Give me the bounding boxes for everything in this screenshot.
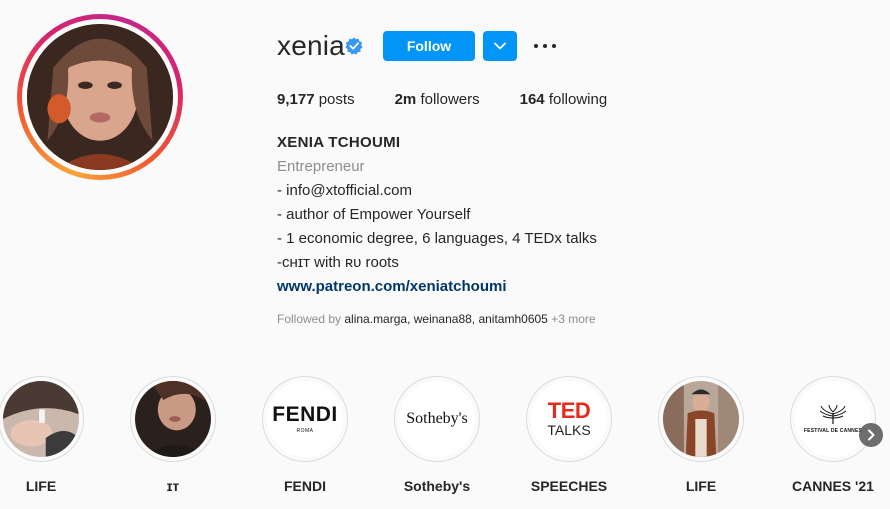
palm-leaf-icon	[819, 404, 847, 424]
more-dot	[543, 44, 547, 48]
highlight-photo	[135, 381, 211, 457]
profile-stats: 9,177 posts 2m followers 164 following	[277, 91, 647, 108]
verified-badge-icon	[345, 37, 363, 55]
story-highlights: LIFE ɪᴛ FENDI ROMA FENDI Sotheby's Sothe…	[0, 376, 890, 496]
highlight-label: Sotheby's	[403, 478, 471, 494]
highlight-item[interactable]: TED TALKS SPEECHES	[526, 376, 612, 494]
highlight-cover: FENDI ROMA	[267, 381, 343, 457]
cannes-logo-text: FESTIVAL DE CANNES	[803, 427, 863, 434]
highlight-cover	[663, 381, 739, 457]
highlight-label: FENDI	[284, 478, 326, 494]
ted-logo-sub: TALKS	[547, 422, 591, 438]
ted-logo: TED	[547, 398, 591, 423]
followed-by-prefix: Followed by	[277, 312, 342, 326]
highlight-cover: TED TALKS	[531, 381, 607, 457]
highlight-label: CANNES '21	[792, 478, 874, 494]
highlight-item[interactable]: LIFE	[0, 376, 84, 494]
following-stat[interactable]: 164 following	[520, 91, 608, 108]
highlight-ring: FESTIVAL DE CANNES	[790, 376, 876, 462]
highlight-cover	[135, 381, 211, 457]
highlight-photo	[663, 381, 739, 457]
highlight-ring	[0, 376, 84, 462]
profile-bio: XENIA TCHOUMI Entrepreneur - info@xtoffi…	[277, 131, 597, 299]
highlight-item[interactable]: Sotheby's Sotheby's	[394, 376, 480, 494]
highlight-ring	[130, 376, 216, 462]
bio-line: - 1 economic degree, 6 languages, 4 TEDx…	[277, 230, 597, 247]
highlight-ring: Sotheby's	[394, 376, 480, 462]
full-name: XENIA TCHOUMI	[277, 134, 401, 151]
posts-label: posts	[318, 91, 355, 108]
highlight-cover	[3, 381, 79, 457]
suggested-accounts-dropdown-button[interactable]	[483, 31, 517, 61]
following-label: following	[548, 91, 608, 108]
highlight-cover: Sotheby's	[399, 381, 475, 457]
highlight-label: ɪᴛ	[166, 478, 180, 494]
bio-link[interactable]: www.patreon.com/xeniatchoumi	[277, 275, 597, 299]
highlight-item[interactable]: ɪᴛ	[130, 376, 216, 494]
avatar	[27, 24, 173, 170]
highlight-item[interactable]: FENDI ROMA FENDI	[262, 376, 348, 494]
highlights-next-button[interactable]	[859, 423, 883, 447]
bio-line: -ᴄʜɪᴛ with ʀᴜ roots	[277, 254, 399, 271]
category: Entrepreneur	[277, 158, 365, 175]
more-dot	[552, 44, 556, 48]
followers-label: followers	[420, 91, 480, 108]
highlight-label: SPEECHES	[530, 478, 608, 494]
posts-count: 9,177	[277, 91, 315, 108]
highlight-ring	[658, 376, 744, 462]
avatar-inner	[22, 19, 178, 175]
sothebys-logo: Sotheby's	[406, 410, 468, 427]
highlight-ring: TED TALKS	[526, 376, 612, 462]
more-options-icon[interactable]	[530, 37, 560, 55]
more-dot	[534, 44, 538, 48]
highlight-cover: FESTIVAL DE CANNES	[795, 381, 871, 457]
posts-stat: 9,177 posts	[277, 91, 355, 108]
followers-stat[interactable]: 2m followers	[395, 91, 480, 108]
avatar-photo	[27, 24, 173, 170]
fendi-logo-sub: ROMA	[296, 428, 314, 434]
followed-by[interactable]: Followed by alina.marga, weinana88, anit…	[277, 312, 596, 326]
profile-avatar-story-ring[interactable]	[17, 14, 183, 180]
chevron-down-icon	[494, 42, 506, 50]
followed-by-more: +3 more	[551, 312, 596, 326]
followers-count: 2m	[394, 91, 417, 108]
highlight-photo	[3, 381, 79, 457]
fendi-logo: FENDI	[272, 403, 338, 426]
bio-line: - author of Empower Yourself	[277, 206, 471, 223]
highlight-label: LIFE	[25, 478, 57, 494]
highlight-ring: FENDI ROMA	[262, 376, 348, 462]
followed-by-names: alina.marga, weinana88, anitamh0605	[344, 312, 548, 326]
highlight-item[interactable]: LIFE	[658, 376, 744, 494]
chevron-right-icon	[868, 429, 875, 441]
highlight-label: LIFE	[685, 478, 717, 494]
follow-button[interactable]: Follow	[383, 31, 475, 61]
following-count: 164	[519, 91, 545, 108]
username: xenia	[277, 30, 345, 61]
bio-line: - info@xtofficial.com	[277, 182, 412, 199]
